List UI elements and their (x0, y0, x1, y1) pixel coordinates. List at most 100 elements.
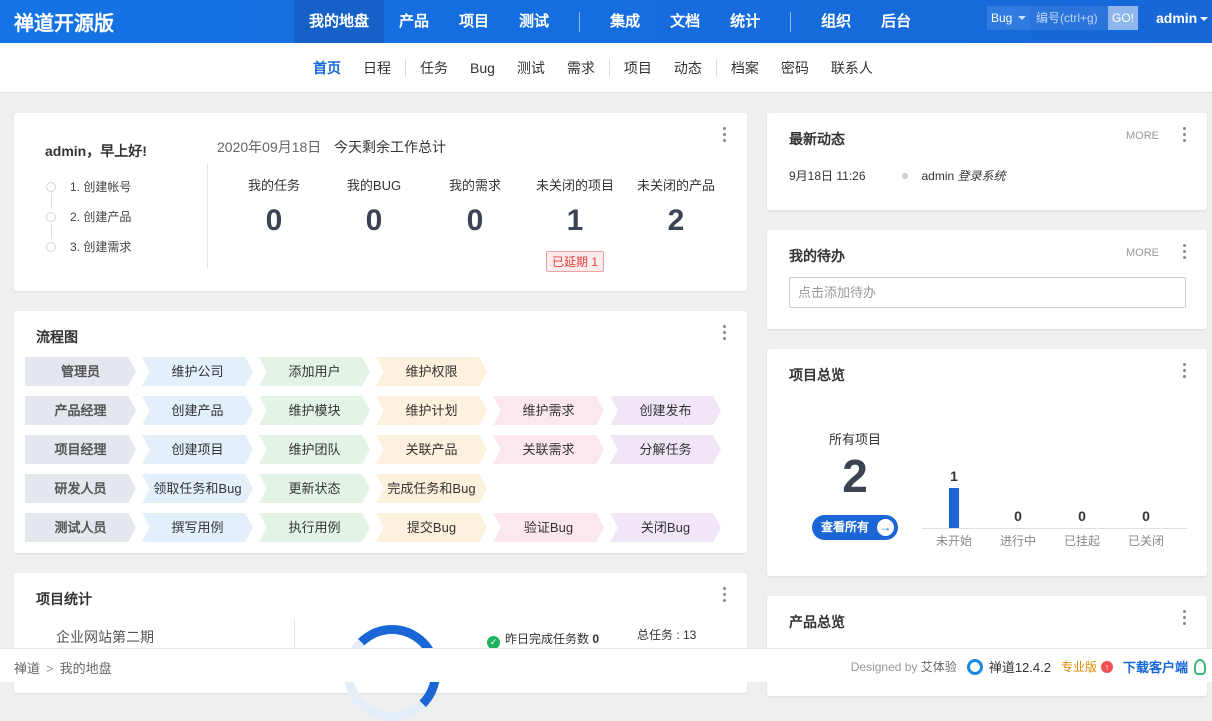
designed-by-label: Designed by (850, 660, 918, 674)
flow-step[interactable]: 领取任务和Bug (142, 474, 253, 503)
flow-step[interactable]: 验证Bug (493, 513, 604, 542)
panel-menu-icon[interactable] (723, 587, 727, 603)
flow-step[interactable]: 添加用户 (259, 357, 370, 386)
panel-title: 项目总览 (789, 367, 845, 383)
subnav-password[interactable]: 密码 (770, 58, 820, 78)
search-input[interactable] (1030, 6, 1108, 30)
designed-by: Designed by 艾体验 (851, 658, 957, 675)
panel-menu-icon[interactable] (1183, 244, 1187, 260)
flow-step[interactable]: 维护权限 (376, 357, 487, 386)
subnav-test[interactable]: 测试 (506, 58, 556, 78)
flow-step[interactable]: 撰写用例 (142, 513, 253, 542)
breadcrumb-current[interactable]: 我的地盘 (60, 661, 112, 676)
setup-step[interactable]: 2. 创建产品 (46, 209, 131, 239)
stat-my-stories[interactable]: 我的需求 0 (425, 175, 525, 238)
setup-step[interactable]: 1. 创建帐号 (46, 179, 131, 209)
global-search: Bug GO! (987, 6, 1138, 30)
view-all-button[interactable]: 查看所有 → (812, 515, 898, 540)
subnav-bug[interactable]: Bug (459, 60, 506, 76)
stat-open-products[interactable]: 未关闭的产品 2 (626, 175, 726, 238)
search-type-label: Bug (991, 11, 1013, 25)
flow-step[interactable]: 完成任务和Bug (376, 474, 487, 503)
footer: 禅道 > 我的地盘 Designed by 艾体验 禅道12.4.2 专业版 ↑ 下… (0, 648, 1212, 682)
search-type-dropdown[interactable]: Bug (987, 6, 1030, 30)
flow-step[interactable]: 分解任务 (610, 435, 721, 464)
dynamic-item[interactable]: 9月18日 11:26 admin 登录系统 (789, 167, 1006, 184)
subnav-profile[interactable]: 档案 (720, 58, 770, 78)
main-nav-admin[interactable]: 后台 (866, 0, 926, 43)
project-overview-panel: 项目总览 所有项目 2 查看所有 → 1 未开始 0 进行中 0 已挂起 0 已关闭 (767, 349, 1207, 576)
subnav-story[interactable]: 需求 (556, 58, 606, 78)
stat-open-projects[interactable]: 未关闭的项目 1 (525, 175, 625, 238)
main-nav-doc[interactable]: 文档 (655, 0, 715, 43)
flow-step[interactable]: 提交Bug (376, 513, 487, 542)
panel-title: 最新动态 (789, 131, 845, 147)
pro-edition-link[interactable]: 专业版 (1061, 658, 1097, 675)
flow-step[interactable]: 关联产品 (376, 435, 487, 464)
flow-step[interactable]: 维护模块 (259, 396, 370, 425)
bar-label: 已关闭 (1127, 534, 1164, 548)
subnav-task[interactable]: 任务 (409, 58, 459, 78)
panel-menu-icon[interactable] (723, 127, 727, 143)
flow-row: 研发人员 领取任务和Bug 更新状态 完成任务和Bug (25, 474, 493, 503)
breadcrumb-home[interactable]: 禅道 (14, 661, 40, 676)
user-menu[interactable]: admin (1156, 10, 1209, 26)
flow-step[interactable]: 维护计划 (376, 396, 487, 425)
flow-step[interactable]: 更新状态 (259, 474, 370, 503)
done-yesterday-value: 0 (592, 632, 600, 646)
bar-value: 0 (1078, 508, 1086, 524)
subnav-calendar[interactable]: 日程 (352, 58, 402, 78)
flow-step[interactable]: 创建产品 (142, 396, 253, 425)
subnav-home[interactable]: 首页 (302, 58, 352, 78)
dynamic-time: 9月18日 11:26 (789, 169, 866, 183)
panel-menu-icon[interactable] (1183, 127, 1187, 143)
flow-step[interactable]: 创建发布 (610, 396, 721, 425)
flow-row: 管理员 维护公司 添加用户 维护权限 (25, 357, 493, 386)
step-connector (51, 193, 52, 209)
panel-title: 产品总览 (789, 614, 845, 630)
bar-label: 已挂起 (1063, 534, 1100, 548)
subnav-contacts[interactable]: 联系人 (820, 58, 884, 78)
project-name[interactable]: 企业网站第二期 (56, 627, 154, 647)
flow-step[interactable]: 创建项目 (142, 435, 253, 464)
panel-title: 项目统计 (36, 591, 92, 607)
download-client-link[interactable]: 下载客户端 (1123, 657, 1188, 676)
panel-menu-icon[interactable] (1183, 610, 1187, 626)
status-bar: 0 已挂起 (1050, 469, 1114, 549)
project-status-bars: 1 未开始 0 进行中 0 已挂起 0 已关闭 (922, 468, 1187, 549)
main-nav-report[interactable]: 统计 (715, 0, 775, 43)
dynamic-action: 登录系统 (957, 169, 1006, 183)
brand-title[interactable]: 禅道开源版 (14, 7, 114, 36)
chevron-down-icon (1200, 17, 1209, 22)
stat-my-bugs[interactable]: 我的BUG 0 (324, 175, 424, 238)
flow-step[interactable]: 维护需求 (493, 396, 604, 425)
designer-name[interactable]: 艾体验 (921, 660, 957, 674)
main-nav-company[interactable]: 组织 (806, 0, 866, 43)
main-nav-test[interactable]: 测试 (504, 0, 564, 43)
subnav-divider (405, 59, 406, 77)
subnav-project[interactable]: 项目 (613, 58, 663, 78)
flow-step[interactable]: 维护团队 (259, 435, 370, 464)
main-nav-product[interactable]: 产品 (384, 0, 444, 43)
add-todo-input[interactable] (789, 277, 1186, 308)
more-link[interactable]: MORE (1126, 130, 1159, 142)
stat-label: 我的任务 (247, 178, 300, 193)
setup-step[interactable]: 3. 创建需求 (46, 239, 131, 269)
panel-menu-icon[interactable] (1183, 363, 1187, 379)
search-go-button[interactable]: GO! (1108, 6, 1138, 30)
subnav-dynamic[interactable]: 动态 (663, 58, 713, 78)
more-link[interactable]: MORE (1126, 247, 1159, 259)
flow-step[interactable]: 关闭Bug (610, 513, 721, 542)
stat-value: 0 (365, 204, 383, 237)
stat-my-tasks[interactable]: 我的任务 0 (224, 175, 324, 238)
flow-step[interactable]: 维护公司 (142, 357, 253, 386)
flowchart-panel: 流程图 管理员 维护公司 添加用户 维护权限 产品经理 创建产品 维护模块 维护计划 维护需求创… (14, 311, 747, 553)
main-nav-ci[interactable]: 集成 (595, 0, 655, 43)
overdue-badge[interactable]: 已延期 1 (546, 251, 605, 272)
flow-step[interactable]: 执行用例 (259, 513, 370, 542)
main-nav-project[interactable]: 项目 (444, 0, 504, 43)
version-link[interactable]: 禅道12.4.2 (966, 657, 1051, 676)
main-nav-my[interactable]: 我的地盘 (294, 0, 385, 43)
flow-step[interactable]: 关联需求 (493, 435, 604, 464)
panel-menu-icon[interactable] (723, 325, 727, 341)
